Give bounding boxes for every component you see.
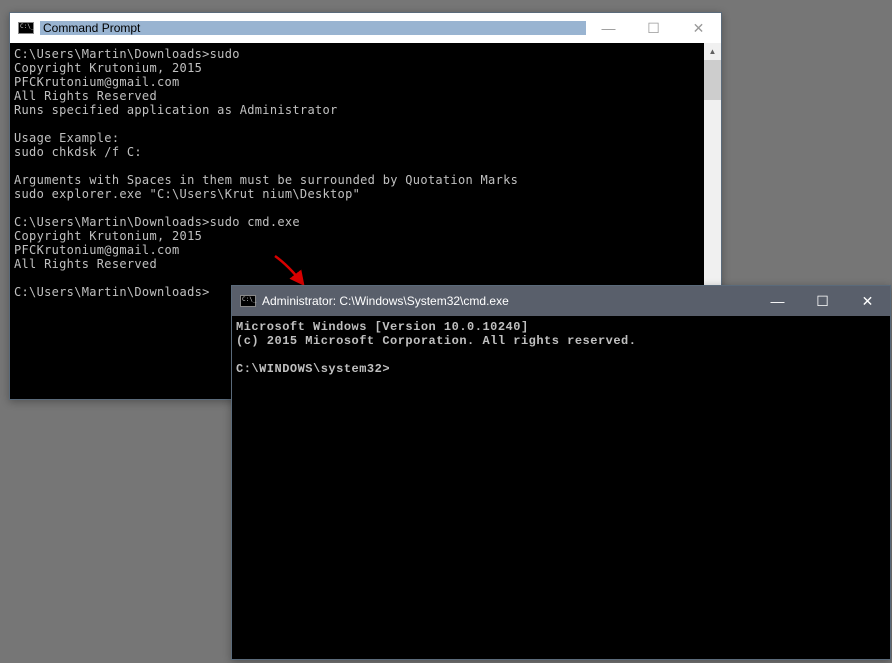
maximize-button[interactable]: ☐	[631, 13, 676, 43]
window-title: Administrator: C:\Windows\System32\cmd.e…	[262, 294, 755, 308]
maximize-button[interactable]: ☐	[800, 286, 845, 316]
cmd-icon	[18, 20, 34, 36]
terminal-line: (c) 2015 Microsoft Corporation. All righ…	[236, 334, 886, 348]
terminal-line: All Rights Reserved	[14, 89, 717, 103]
terminal-line: Microsoft Windows [Version 10.0.10240]	[236, 320, 886, 334]
terminal-line: PFCKrutonium@gmail.com	[14, 75, 717, 89]
titlebar[interactable]: Administrator: C:\Windows\System32\cmd.e…	[232, 286, 890, 316]
close-button[interactable]: ✕	[845, 286, 890, 316]
terminal-line: C:\Users\Martin\Downloads>sudo cmd.exe	[14, 215, 717, 229]
minimize-button[interactable]: —	[755, 286, 800, 316]
terminal-line: PFCKrutonium@gmail.com	[14, 243, 717, 257]
terminal-line: sudo chkdsk /f C:	[14, 145, 717, 159]
terminal-line	[14, 201, 717, 215]
cmd-icon	[240, 293, 256, 309]
terminal-line: Copyright Krutonium, 2015	[14, 229, 717, 243]
window-title: Command Prompt	[40, 21, 586, 35]
terminal-line: C:\Users\Martin\Downloads>sudo	[14, 47, 717, 61]
terminal-output[interactable]: Microsoft Windows [Version 10.0.10240](c…	[232, 316, 890, 659]
scroll-thumb[interactable]	[704, 60, 721, 100]
terminal-line: Arguments with Spaces in them must be su…	[14, 173, 717, 187]
minimize-button[interactable]: —	[586, 13, 631, 43]
close-button[interactable]: ✕	[676, 13, 721, 43]
terminal-line	[236, 348, 886, 362]
terminal-line	[14, 117, 717, 131]
admin-cmd-window: Administrator: C:\Windows\System32\cmd.e…	[231, 285, 891, 660]
terminal-line: Runs specified application as Administra…	[14, 103, 717, 117]
terminal-line: C:\WINDOWS\system32>	[236, 362, 886, 376]
scroll-up-button[interactable]: ▲	[704, 43, 721, 60]
titlebar[interactable]: Command Prompt — ☐ ✕	[10, 13, 721, 43]
terminal-line: sudo explorer.exe "C:\Users\Krut nium\De…	[14, 187, 717, 201]
window-controls: — ☐ ✕	[755, 286, 890, 316]
terminal-line: All Rights Reserved	[14, 257, 717, 271]
terminal-line	[14, 271, 717, 285]
terminal-line	[14, 159, 717, 173]
window-controls: — ☐ ✕	[586, 13, 721, 43]
terminal-line: Copyright Krutonium, 2015	[14, 61, 717, 75]
terminal-line: Usage Example:	[14, 131, 717, 145]
